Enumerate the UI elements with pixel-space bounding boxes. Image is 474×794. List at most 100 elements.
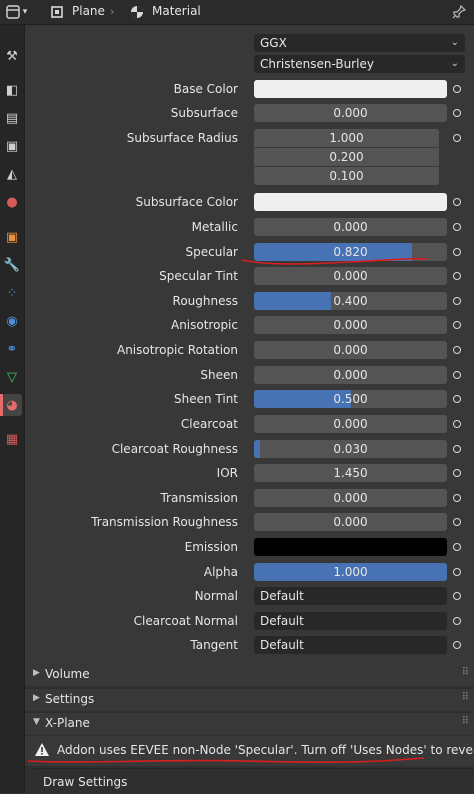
input-normal[interactable]: Default [254,587,447,605]
socket-dot-icon [452,517,461,526]
pin-icon[interactable] [450,3,468,21]
slider-alpha[interactable]: 1.000 [254,563,447,581]
socket-link-icon[interactable] [449,637,464,652]
slider-anisotropic[interactable]: 0.000 [254,316,447,334]
socket-link-icon[interactable] [449,613,464,628]
slider-value: 0.000 [333,220,368,234]
socket-link-icon[interactable] [449,268,464,283]
vector-component-value: 0.100 [329,169,364,183]
label-transmission: Transmission [160,490,238,505]
properties-tab-bar: ⚒ ◧ ▤ ▣ ◭ ● ▣ 🔧 ⁘ ◉ ⚭ ▽ ◕ ▦ [0,25,25,793]
vector-subsurface-radius-1[interactable]: 0.200 [254,148,439,166]
socket-link-icon[interactable] [449,564,464,579]
slider-transmission[interactable]: 0.000 [254,489,447,507]
chevron-right-icon: ▶ [33,693,40,703]
color-swatch-subsurface-color[interactable] [254,193,447,211]
socket-link-icon[interactable] [449,244,464,259]
chevron-down-icon: ▼ [33,717,40,727]
socket-dot-icon [452,640,461,649]
socket-link-icon[interactable] [449,441,464,456]
warning-text: Addon uses EEVEE non-Node 'Specular'. Tu… [57,743,474,757]
material-icon [128,3,146,21]
socket-dot-icon [452,84,461,93]
section-volume[interactable]: ▶ Volume ⠿ [25,664,474,686]
dropdown-value: Christensen-Burley [260,57,374,71]
socket-dot-icon [452,296,461,305]
slider-value: 0.000 [333,515,368,529]
section-settings[interactable]: ▶ Settings ⠿ [25,688,474,711]
socket-link-icon[interactable] [449,391,464,406]
socket-link-icon[interactable] [449,514,464,529]
socket-dot-icon [452,591,461,600]
label-transmission-roughness: Transmission Roughness [91,514,238,529]
label-clearcoat: Clearcoat [180,416,238,431]
object-icon[interactable]: ▣ [2,226,22,248]
wrench-screwdriver-icon[interactable]: ⚒ [2,45,22,67]
drag-handle-icon[interactable]: ⠿ [462,692,469,703]
input-value: Default [260,614,304,628]
checker-texture-icon[interactable]: ▦ [2,428,22,450]
distribution-dropdown[interactable]: GGX ⌄ [254,34,465,52]
constraint-icon[interactable]: ⚭ [2,338,22,360]
particles-icon[interactable]: ⁘ [2,282,22,304]
slider-clearcoat[interactable]: 0.000 [254,415,447,433]
socket-link-icon[interactable] [449,130,464,145]
socket-link-icon[interactable] [449,465,464,480]
slider-anisotropic-rotation[interactable]: 0.000 [254,341,447,359]
color-swatch-base-color[interactable] [254,80,447,98]
mesh-data-icon[interactable]: ▽ [2,366,22,388]
socket-link-icon[interactable] [449,490,464,505]
slider-value: 1.000 [333,565,368,579]
slider-roughness[interactable]: 0.400 [254,292,447,310]
socket-link-icon[interactable] [449,194,464,209]
slider-sheen-tint[interactable]: 0.500 [254,390,447,408]
breadcrumb-material: Material [152,4,201,18]
socket-link-icon[interactable] [449,317,464,332]
physics-icon[interactable]: ◉ [2,310,22,332]
vector-subsurface-radius-2[interactable]: 0.100 [254,167,439,185]
socket-dot-icon [452,247,461,256]
socket-dot-icon [452,370,461,379]
slider-ior[interactable]: 1.450 [254,464,447,482]
vector-subsurface-radius-0[interactable]: 1.000 [254,129,439,147]
socket-link-icon[interactable] [449,588,464,603]
socket-link-icon[interactable] [449,81,464,96]
slider-sheen[interactable]: 0.000 [254,366,447,384]
camera-icon[interactable]: ◧ [2,79,22,101]
subsurface-method-dropdown[interactable]: Christensen-Burley ⌄ [254,55,465,73]
scene-icon[interactable]: ◭ [2,163,22,185]
drag-handle-icon[interactable]: ⠿ [462,716,469,727]
socket-link-icon[interactable] [449,416,464,431]
socket-dot-icon [452,616,461,625]
socket-link-icon[interactable] [449,367,464,382]
slider-specular[interactable]: 0.820 [254,243,447,261]
vector-component-value: 1.000 [329,131,364,145]
socket-link-icon[interactable] [449,105,464,120]
chevron-down-icon[interactable]: ▾ [20,3,30,21]
slider-transmission-roughness[interactable]: 0.000 [254,513,447,531]
socket-link-icon[interactable] [449,219,464,234]
slider-metallic[interactable]: 0.000 [254,218,447,236]
section-x-plane[interactable]: ▼ X-Plane ⠿ [25,712,474,735]
image-stack-icon[interactable]: ▣ [2,135,22,157]
world-icon[interactable]: ● [2,191,22,213]
color-swatch-emission[interactable] [254,538,447,556]
slider-clearcoat-roughness[interactable]: 0.030 [254,440,447,458]
drag-handle-icon[interactable]: ⠿ [462,667,469,678]
label-base-color: Base Color [173,81,238,96]
wrench-icon[interactable]: 🔧 [2,254,22,276]
socket-link-icon[interactable] [449,293,464,308]
slider-specular-tint[interactable]: 0.000 [254,267,447,285]
socket-dot-icon [452,468,461,477]
socket-link-icon[interactable] [449,539,464,554]
section-title: X-Plane [45,716,90,730]
socket-link-icon[interactable] [449,342,464,357]
input-tangent[interactable]: Default [254,636,447,654]
slider-subsurface[interactable]: 0.000 [254,104,447,122]
material-icon[interactable]: ◕ [2,394,22,416]
draw-settings-subpanel[interactable]: Draw Settings [33,768,474,794]
socket-dot-icon [452,493,461,502]
socket-dot-icon [452,542,461,551]
printer-icon[interactable]: ▤ [2,107,22,129]
input-clearcoat-normal[interactable]: Default [254,612,447,630]
